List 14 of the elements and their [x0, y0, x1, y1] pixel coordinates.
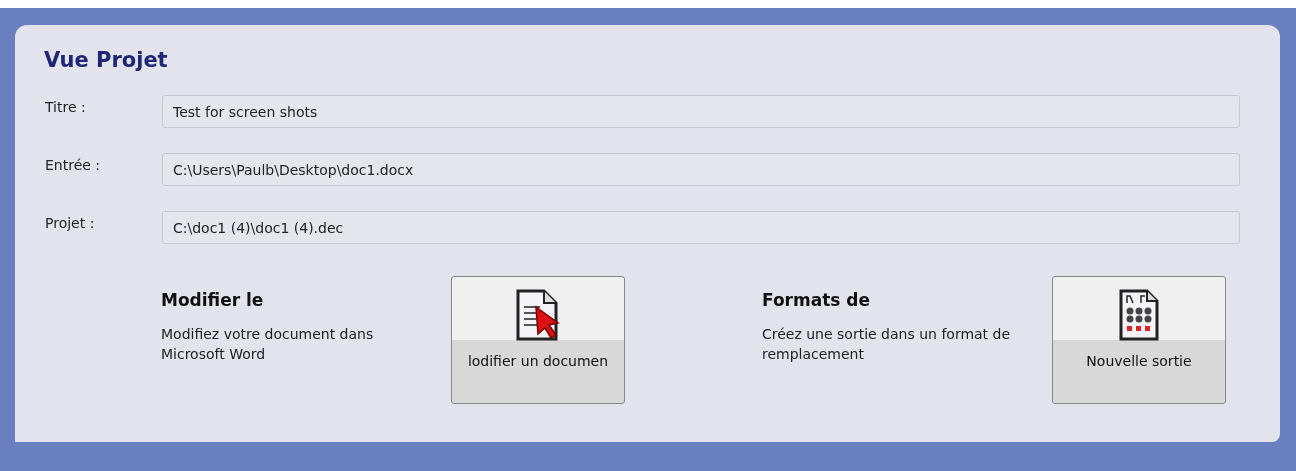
- new-output-button[interactable]: Nouvelle sortie: [1052, 276, 1226, 404]
- panel-title: Vue Projet: [44, 47, 168, 73]
- edit-document-button[interactable]: lodifier un documen: [451, 276, 625, 404]
- section-description: Créez une sortie dans un format de remplacement: [762, 324, 1012, 364]
- section-heading: Formats de: [762, 289, 871, 312]
- text-field[interactable]: C:\Users\Paulb\Desktop\doc1.docx: [162, 153, 1240, 186]
- field-label: Projet :: [44, 214, 96, 233]
- field-label: Titre :: [44, 98, 87, 117]
- document-grid-icon: [1117, 289, 1161, 341]
- text-field[interactable]: Test for screen shots: [162, 95, 1240, 128]
- section-description: Modifiez votre document dans Microsoft Word: [161, 324, 375, 364]
- field-label: Entrée :: [44, 156, 102, 175]
- section-heading: Modifier le: [161, 289, 264, 312]
- text-field[interactable]: C:\doc1 (4)\doc1 (4).dec: [162, 211, 1240, 244]
